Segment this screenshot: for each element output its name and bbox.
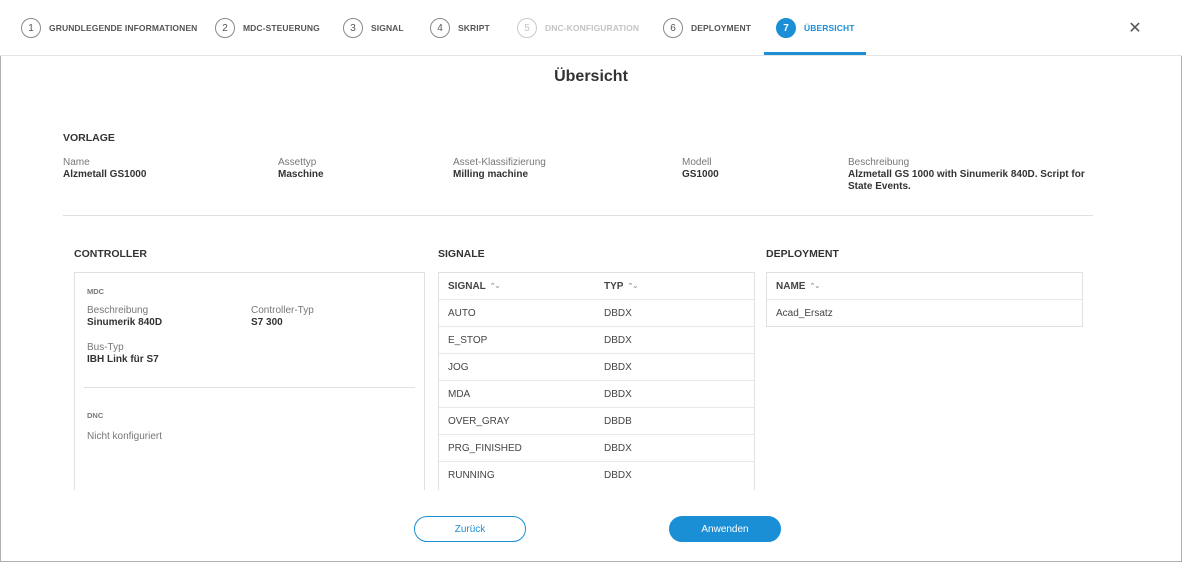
- sort-icon: ⌃⌄: [809, 283, 820, 290]
- step-label: SIGNAL: [371, 23, 404, 33]
- field-label: Beschreibung: [848, 157, 910, 168]
- table-row[interactable]: MDA DBDX: [439, 381, 754, 408]
- dnc-status: Nicht konfiguriert: [87, 431, 163, 442]
- step-label: DEPLOYMENT: [691, 23, 752, 33]
- table-header-row: SIGNAL ⌃⌄ TYP ⌃⌄: [439, 273, 754, 300]
- sort-icon: ⌃⌄: [627, 283, 638, 290]
- field-label: Controller-Typ: [251, 305, 314, 316]
- mdc-bus-typ: Bus-Typ IBH Link für S7: [87, 342, 159, 366]
- step-label: SKRIPT: [458, 23, 490, 33]
- panel-divider: [84, 387, 415, 388]
- field-label: Asset-Klassifizierung: [453, 157, 546, 168]
- column-header-signal[interactable]: SIGNAL ⌃⌄: [448, 281, 500, 292]
- typ-cell: DBDX: [604, 389, 632, 400]
- table-header-row: NAME ⌃⌄: [767, 273, 1082, 300]
- field-value: Milling machine: [453, 169, 529, 180]
- controller-panel: MDC Beschreibung Sinumerik 840D Controll…: [74, 272, 425, 490]
- step-grundlegende-informationen[interactable]: 1 GRUNDLEGENDE INFORMATIONEN: [21, 0, 197, 56]
- step-number: 5: [517, 18, 537, 38]
- typ-cell: DBDX: [604, 470, 632, 481]
- table-row[interactable]: E_STOP DBDX: [439, 327, 754, 354]
- field-label: Assettyp: [278, 157, 317, 168]
- field-value: IBH Link für S7: [87, 354, 159, 365]
- page-title: Übersicht: [554, 68, 628, 85]
- field-value: Alzmetall GS 1000 with Sinumerik 840D. S…: [848, 169, 1085, 192]
- signal-cell: RUNNING: [448, 470, 495, 481]
- field-label: Name: [63, 157, 90, 168]
- close-icon[interactable]: ✕: [1125, 18, 1145, 38]
- table-row[interactable]: PRG_FINISHED DBDX: [439, 435, 754, 462]
- signal-cell: MDA: [448, 389, 471, 400]
- field-label: Modell: [682, 157, 712, 168]
- vorlage-modell: Modell GS1000: [682, 157, 719, 181]
- vorlage-heading: VORLAGE: [63, 132, 115, 144]
- typ-cell: DBDX: [604, 362, 632, 373]
- mdc-title: MDC: [87, 287, 105, 296]
- step-number: 3: [343, 18, 363, 38]
- field-value: S7 300: [251, 317, 283, 328]
- controller-heading: CONTROLLER: [74, 248, 147, 260]
- table-row[interactable]: AUTO DBDX: [439, 300, 754, 327]
- field-label: Bus-Typ: [87, 342, 124, 353]
- step-dnc-konfiguration: 5 DNC-KONFIGURATION: [517, 0, 639, 56]
- table-row[interactable]: RUNNING DBDX: [439, 462, 754, 489]
- typ-cell: DBDX: [604, 335, 632, 346]
- step-signal[interactable]: 3 SIGNAL: [343, 0, 404, 56]
- wizard-stepper: 1 GRUNDLEGENDE INFORMATIONEN 2 MDC-STEUE…: [0, 0, 1182, 56]
- step-number: 2: [215, 18, 235, 38]
- step-number: 4: [430, 18, 450, 38]
- signal-cell: OVER_GRAY: [448, 416, 510, 427]
- step-label: MDC-STEUERUNG: [243, 23, 320, 33]
- step-uebersicht[interactable]: 7 ÜBERSICHT: [776, 0, 855, 56]
- step-deployment[interactable]: 6 DEPLOYMENT: [663, 0, 751, 56]
- field-value: Maschine: [278, 169, 324, 180]
- step-skript[interactable]: 4 SKRIPT: [430, 0, 490, 56]
- column-header-name[interactable]: NAME ⌃⌄: [776, 281, 820, 292]
- table-row[interactable]: Acad_Ersatz: [767, 300, 1082, 327]
- step-number: 7: [776, 18, 796, 38]
- field-value: GS1000: [682, 169, 719, 180]
- deployment-heading: DEPLOYMENT: [766, 248, 839, 260]
- vorlage-beschreibung: Beschreibung Alzmetall GS 1000 with Sinu…: [848, 157, 1088, 193]
- section-divider: [63, 215, 1093, 216]
- signal-cell: PRG_FINISHED: [448, 443, 522, 454]
- field-label: Beschreibung: [87, 305, 149, 316]
- signal-cell: JOG: [448, 362, 469, 373]
- field-value: Alzmetall GS1000: [63, 169, 147, 180]
- step-label: GRUNDLEGENDE INFORMATIONEN: [49, 23, 198, 33]
- signale-heading: SIGNALE: [438, 248, 485, 260]
- typ-cell: DBDX: [604, 443, 632, 454]
- step-label: ÜBERSICHT: [804, 23, 855, 33]
- field-value: Sinumerik 840D: [87, 317, 163, 328]
- typ-cell: DBDX: [604, 308, 632, 319]
- step-number: 6: [663, 18, 683, 38]
- back-button[interactable]: Zurück: [414, 516, 526, 542]
- vorlage-asset-klassifizierung: Asset-Klassifizierung Milling machine: [453, 157, 546, 181]
- mdc-controller-typ: Controller-Typ S7 300: [251, 305, 314, 329]
- typ-cell: DBDB: [604, 416, 632, 427]
- step-number: 1: [21, 18, 41, 38]
- apply-button[interactable]: Anwenden: [669, 516, 781, 542]
- signal-cell: AUTO: [448, 308, 476, 319]
- dnc-title: DNC: [87, 411, 104, 420]
- mdc-beschreibung: Beschreibung Sinumerik 840D: [87, 305, 162, 329]
- deployment-name-cell: Acad_Ersatz: [776, 308, 833, 319]
- step-mdc-steuerung[interactable]: 2 MDC-STEUERUNG: [215, 0, 320, 56]
- step-label: DNC-KONFIGURATION: [545, 23, 640, 33]
- vorlage-assettyp: Assettyp Maschine: [278, 157, 324, 181]
- vorlage-name: Name Alzmetall GS1000: [63, 157, 146, 181]
- table-row[interactable]: OVER_GRAY DBDB: [439, 408, 754, 435]
- column-header-typ[interactable]: TYP ⌃⌄: [604, 281, 638, 292]
- sort-icon: ⌃⌄: [489, 283, 501, 290]
- signale-table: SIGNAL ⌃⌄ TYP ⌃⌄ AUTO DBDX E_STOP DBDX JOG…: [438, 272, 755, 490]
- deployment-table: NAME ⌃⌄ Acad_Ersatz: [766, 272, 1083, 327]
- table-row[interactable]: JOG DBDX: [439, 354, 754, 381]
- signal-cell: E_STOP: [448, 335, 488, 346]
- active-step-indicator: [764, 52, 866, 55]
